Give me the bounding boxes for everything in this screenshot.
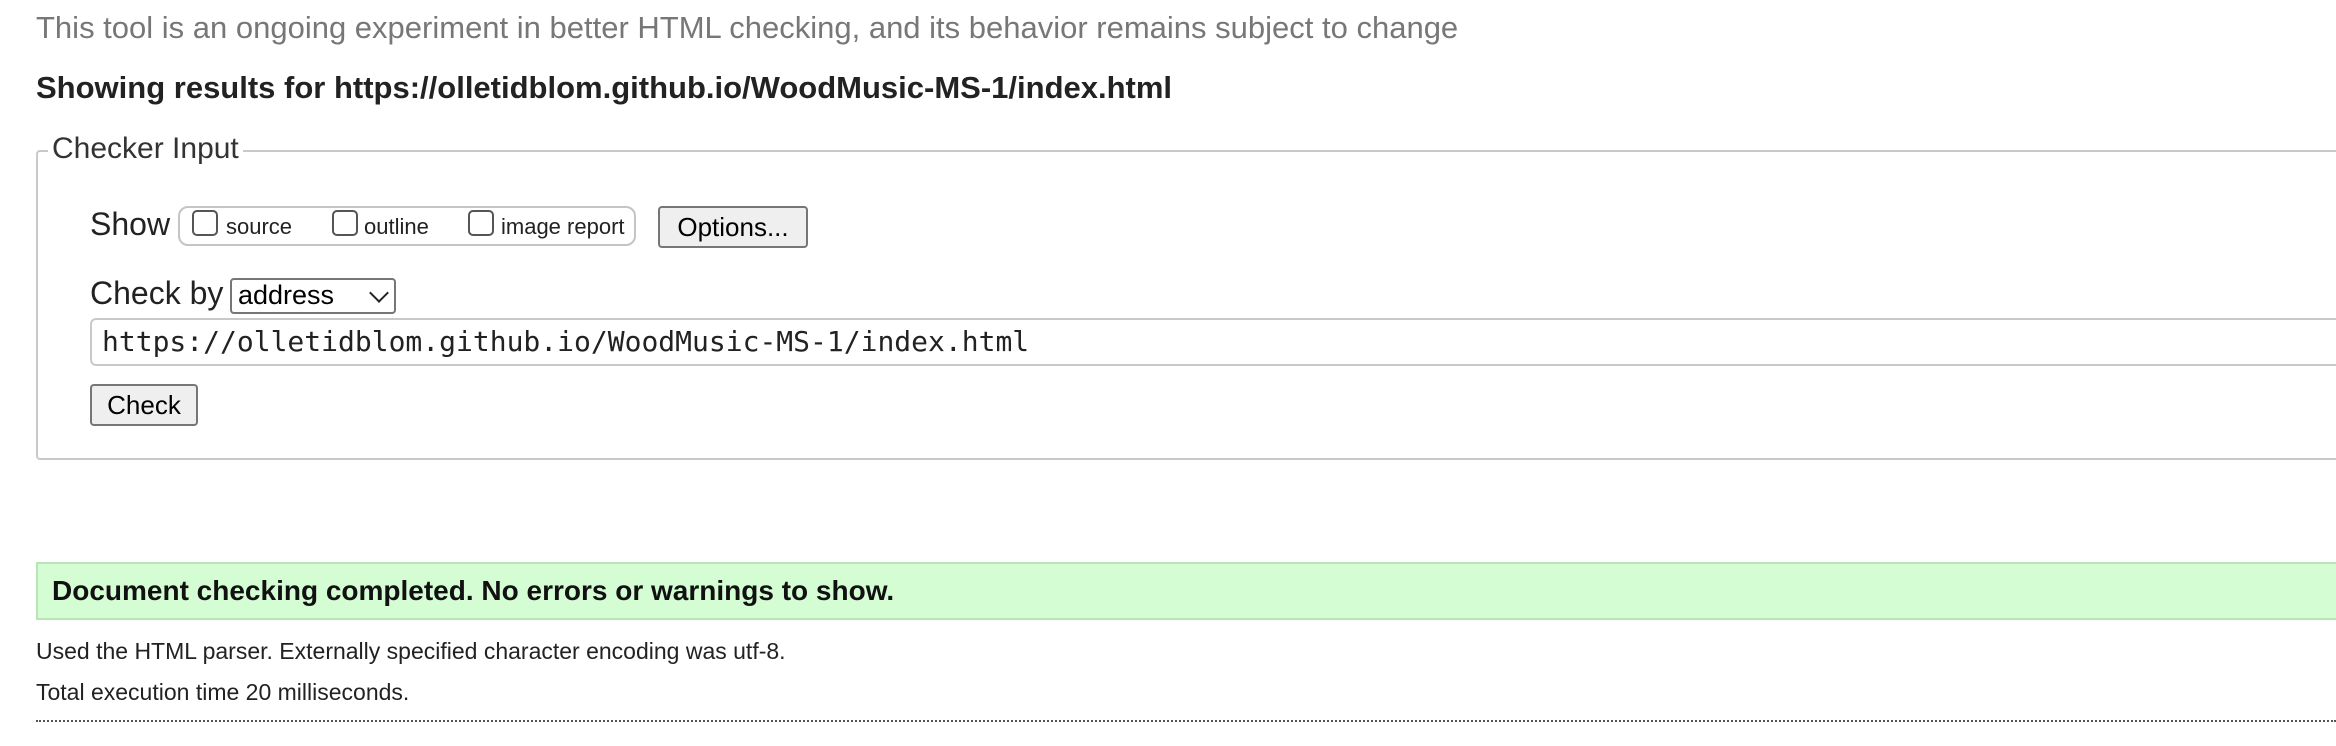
tool-disclaimer: This tool is an ongoing experiment in be…	[36, 10, 1459, 45]
source-checkbox-label[interactable]: source	[226, 214, 292, 240]
success-message: Document checking completed. No errors o…	[36, 562, 2336, 620]
outline-checkbox[interactable]	[332, 210, 358, 236]
url-input[interactable]: https://olletidblom.github.io/WoodMusic-…	[90, 318, 2336, 366]
check-button[interactable]: Check	[90, 384, 198, 426]
source-checkbox[interactable]	[192, 210, 218, 236]
image-report-checkbox-label[interactable]: image report	[501, 214, 625, 240]
dotted-divider	[36, 720, 2336, 722]
image-report-checkbox[interactable]	[468, 210, 494, 236]
validator-page: This tool is an ongoing experiment in be…	[0, 0, 2336, 746]
chevron-down-icon	[369, 283, 389, 303]
parser-info: Used the HTML parser. Externally specifi…	[36, 638, 786, 664]
check-by-select[interactable]: address	[230, 278, 396, 314]
execution-time: Total execution time 20 milliseconds.	[36, 679, 410, 705]
show-label: Show	[90, 206, 171, 242]
results-heading: Showing results for https://olletidblom.…	[36, 70, 1173, 105]
options-button[interactable]: Options...	[658, 206, 808, 248]
checker-input-legend: Checker Input	[48, 132, 243, 166]
check-by-selected-value: address	[238, 280, 335, 310]
check-by-label: Check by	[90, 275, 224, 311]
outline-checkbox-label[interactable]: outline	[364, 214, 429, 240]
